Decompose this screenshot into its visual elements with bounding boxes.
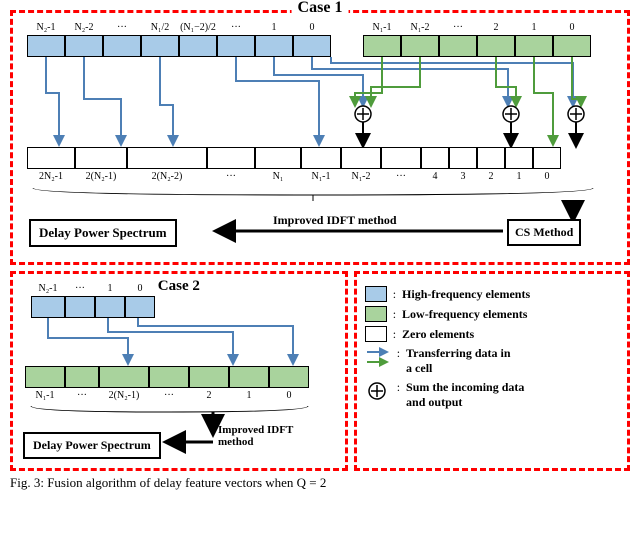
hf-cell: 0 <box>293 35 331 57</box>
lf-cell: 0 <box>269 366 309 388</box>
lf-cell: N₁-1 <box>25 366 65 388</box>
case2-title: Case 2 <box>158 278 200 295</box>
bottom-row: Case 2 N₂-1 ··· 1 0 N₁-1 <box>10 271 630 471</box>
legend-item-sum: : Sum the incoming data and output <box>365 380 619 410</box>
legend-arrow-icon <box>365 346 391 368</box>
lf-cell: 2 <box>189 366 229 388</box>
case2-box: Case 2 N₂-1 ··· 1 0 N₁-1 <box>10 271 348 471</box>
hf-cell: ··· <box>103 35 141 57</box>
case1-dps-box: Delay Power Spectrum <box>29 219 177 247</box>
fused-cell: 3 <box>449 147 477 169</box>
fused-cell: 2(N₂-1) <box>75 147 127 169</box>
lf-cell: N₁-2 <box>401 35 439 57</box>
legend-swatch-white <box>365 326 387 342</box>
legend-item-transfer: : Transferring data in a cell <box>365 346 619 376</box>
fused-cell: 4 <box>421 147 449 169</box>
lf-cell: 1 <box>515 35 553 57</box>
case1-idft-label: Improved IDFT method <box>273 213 397 228</box>
hf-cell: N₂-2 <box>65 35 103 57</box>
hf-cell: 1 <box>255 35 293 57</box>
hf-cell: N₂-1 <box>27 35 65 57</box>
fused-cell: ··· <box>381 147 421 169</box>
figure-caption: Fig. 3: Fusion algorithm of delay featur… <box>10 475 630 491</box>
hf-cell: ··· <box>65 296 95 318</box>
fused-cell: 1 <box>505 147 533 169</box>
lf-cell: N₁-1 <box>363 35 401 57</box>
lf-cell: ··· <box>439 35 477 57</box>
legend-sum-icon <box>365 380 391 402</box>
case1-title: Case 1 <box>292 0 349 17</box>
lf-cell: ··· <box>149 366 189 388</box>
fused-cell: N₁-2 <box>341 147 381 169</box>
legend-item-lf: : Low-frequency elements <box>365 306 619 322</box>
fused-cell: 2(N₂-2) <box>127 147 207 169</box>
case1-lowfreq-row: N₁-1 N₁-2 ··· 2 1 0 <box>363 35 591 57</box>
fused-cell: ··· <box>207 147 255 169</box>
lf-cell: 2 <box>477 35 515 57</box>
case2-dps-box: Delay Power Spectrum <box>23 432 161 459</box>
case1-fused-row: 2N₂-1 2(N₂-1) 2(N₂-2) ··· N₁ N₁-1 N₁-2 ·… <box>27 147 561 169</box>
fused-cell: N₁ <box>255 147 301 169</box>
hf-cell: N₁/2 <box>141 35 179 57</box>
legend-item-zero: : Zero elements <box>365 326 619 342</box>
case2-idft-label: Improved IDFT method <box>218 424 318 448</box>
lf-cell: 1 <box>229 366 269 388</box>
legend-box: : High-frequency elements : Low-frequenc… <box>354 271 630 471</box>
case1-highfreq-row: N₂-1 N₂-2 ··· N₁/2 (N₁−2)/2 ··· 1 0 <box>27 35 331 57</box>
fused-cell: 0 <box>533 147 561 169</box>
hf-cell: (N₁−2)/2 <box>179 35 217 57</box>
lf-cell: 0 <box>553 35 591 57</box>
lf-cell: ··· <box>65 366 99 388</box>
hf-cell: N₂-1 <box>31 296 65 318</box>
hf-cell: 0 <box>125 296 155 318</box>
hf-cell: ··· <box>217 35 255 57</box>
fused-cell: 2N₂-1 <box>27 147 75 169</box>
fused-cell: N₁-1 <box>301 147 341 169</box>
lf-cell: 2(N₂-1) <box>99 366 149 388</box>
case2-highfreq-row: N₂-1 ··· 1 0 <box>31 296 155 318</box>
legend-swatch-blue <box>365 286 387 302</box>
case1-cs-box: CS Method <box>507 219 581 246</box>
hf-cell: 1 <box>95 296 125 318</box>
fused-cell: 2 <box>477 147 505 169</box>
legend-swatch-green <box>365 306 387 322</box>
legend-item-hf: : High-frequency elements <box>365 286 619 302</box>
case1-box: Case 1 N₂-1 N₂-2 ··· N₁/2 (N₁−2)/2 ··· 1… <box>10 10 630 265</box>
case2-fused-row: N₁-1 ··· 2(N₂-1) ··· 2 1 0 <box>25 366 309 388</box>
